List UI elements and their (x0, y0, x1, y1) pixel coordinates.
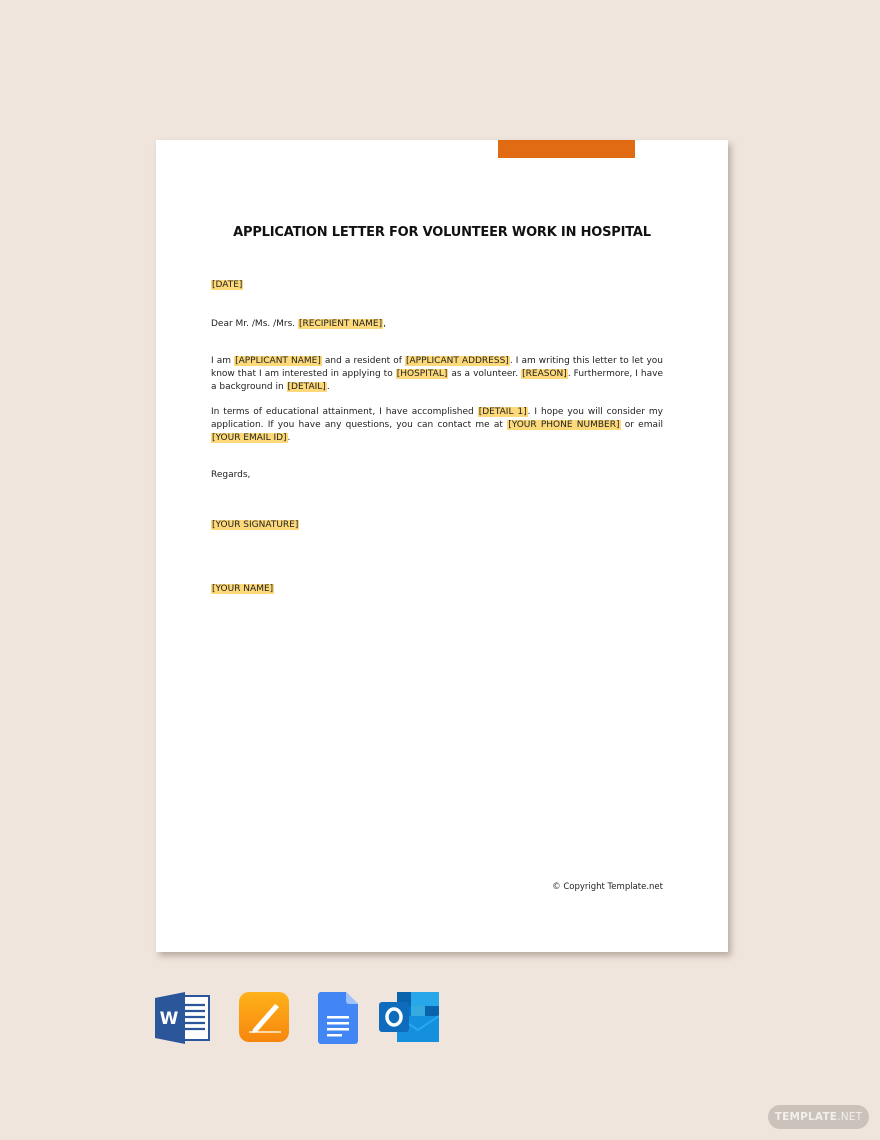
text: and a resident of (321, 356, 405, 366)
signature-line: [YOUR SIGNATURE] (211, 519, 663, 532)
paragraph-2: In terms of educational attainment, I ha… (211, 406, 663, 444)
document-preview: APPLICATION LETTER FOR VOLUNTEER WORK IN… (156, 140, 728, 952)
date-line: [DATE] (211, 279, 663, 292)
name-placeholder: [YOUR NAME] (211, 584, 275, 594)
applicant-name-placeholder: [APPLICANT NAME] (234, 356, 322, 366)
hospital-placeholder: [HOSPITAL] (395, 368, 449, 379)
name-line: [YOUR NAME] (211, 583, 663, 596)
text: I am (211, 356, 235, 366)
text: as a volunteer. (448, 368, 522, 379)
text: . (287, 432, 291, 443)
svg-text:W: W (160, 1009, 179, 1029)
email-placeholder: [YOUR EMAIL ID] (211, 432, 288, 443)
date-placeholder: [DATE] (211, 280, 244, 290)
detail-placeholder: [DETAIL] (286, 381, 327, 392)
salutation-prefix: Dear Mr. /Ms. /Mrs. (211, 319, 299, 329)
text: . (326, 381, 330, 392)
salutation-suffix: , (383, 319, 387, 329)
watermark-thin: .NET (837, 1111, 863, 1123)
google-docs-icon[interactable] (318, 992, 358, 1044)
salutation: Dear Mr. /Ms. /Mrs. [RECIPIENT NAME], (211, 318, 663, 331)
word-icon[interactable]: W (155, 992, 211, 1044)
text: In terms of educational attainment, I ha… (211, 407, 478, 417)
document-title: APPLICATION LETTER FOR VOLUNTEER WORK IN… (233, 225, 651, 240)
paragraph-1: I am [APPLICANT NAME] and a resident of … (211, 355, 663, 393)
copyright: © Copyright Template.net (552, 882, 663, 892)
watermark-bold: TEMPLATE (774, 1111, 838, 1123)
applicant-address-placeholder: [APPLICANT ADDRESS] (404, 356, 510, 366)
pages-icon[interactable] (239, 992, 289, 1042)
template-net-watermark: TEMPLATE.NET (768, 1105, 869, 1129)
detail-1-placeholder: [DETAIL 1] (477, 407, 528, 417)
recipient-placeholder: [RECIPIENT NAME] (298, 319, 384, 329)
accent-bar (498, 140, 635, 158)
text: or email (620, 419, 663, 430)
signature-placeholder: [YOUR SIGNATURE] (211, 520, 300, 530)
closing: Regards, (211, 470, 251, 480)
phone-placeholder: [YOUR PHONE NUMBER] (507, 419, 621, 430)
reason-placeholder: [REASON] (521, 368, 568, 379)
outlook-icon[interactable] (379, 992, 439, 1042)
